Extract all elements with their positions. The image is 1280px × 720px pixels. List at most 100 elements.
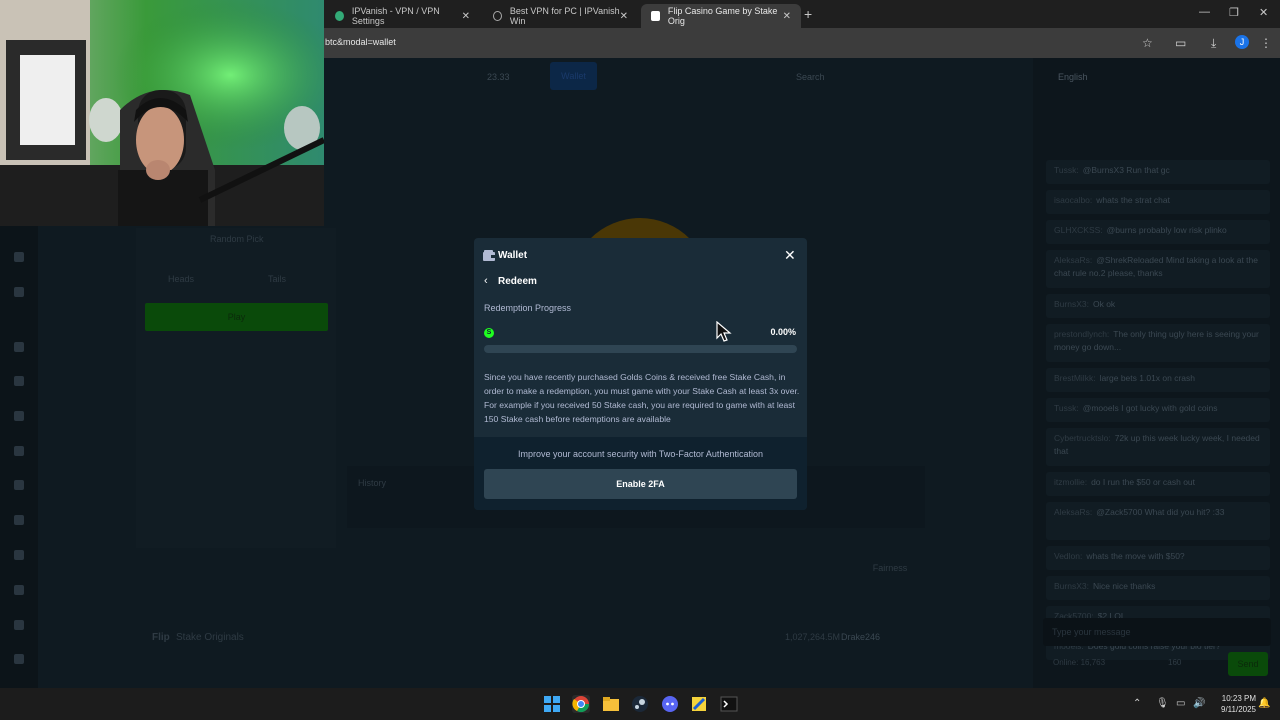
mouse-cursor-icon — [716, 321, 732, 342]
webcam-overlay — [0, 0, 324, 226]
chat-username[interactable]: BrestMilkk: — [1054, 373, 1096, 383]
chat-username[interactable]: AleksaRs: — [1054, 255, 1092, 265]
chat-message: BurnsX3: Nice nice thanks — [1046, 576, 1270, 600]
balance-display[interactable]: 23.33 — [487, 72, 510, 82]
windows-start-icon[interactable] — [543, 695, 561, 713]
chat-username[interactable]: itzmollie: — [1054, 477, 1087, 487]
site-search[interactable]: Search — [796, 72, 825, 82]
maximize-icon[interactable]: ❐ — [1229, 6, 1239, 19]
chat-text: do I run the $50 or cash out — [1091, 477, 1196, 487]
steam-icon[interactable] — [631, 695, 649, 713]
wallet-button[interactable]: Wallet — [550, 62, 597, 90]
chat-input[interactable]: Type your message — [1043, 618, 1271, 646]
nav-icon[interactable] — [14, 654, 24, 664]
notification-bell-icon[interactable]: 🔔 — [1258, 698, 1270, 709]
chat-message: Tussk: @BurnsX3 Run that gc — [1046, 160, 1270, 184]
profile-avatar[interactable]: J — [1235, 35, 1249, 49]
more-menu-icon[interactable]: ⋮ — [1260, 36, 1272, 50]
tab-title: IPVanish - VPN / VPN Settings — [351, 6, 440, 26]
app-icon[interactable] — [690, 695, 708, 713]
nav-icon[interactable] — [14, 411, 24, 421]
tab-flip-casino[interactable]: Flip Casino Game by Stake Orig ✕ — [641, 4, 801, 28]
chat-message: Cybertrucktslo: 72k up this week lucky we… — [1046, 428, 1270, 466]
chat-message: BurnsX3: Ok ok — [1046, 294, 1270, 318]
nav-icon[interactable] — [14, 376, 24, 386]
chevron-left-icon[interactable]: ‹ — [484, 275, 488, 287]
progress-percent: 0.00% — [770, 327, 796, 337]
chat-message: Tussk: @mooels I got lucky with gold coin… — [1046, 398, 1270, 422]
tab-close-icon[interactable]: ✕ — [462, 11, 470, 22]
chat-text: whats the move with $50? — [1086, 551, 1185, 561]
fairness-button[interactable]: Fairness — [855, 558, 925, 578]
tray-chevron-up-icon[interactable]: ⌃ — [1133, 698, 1141, 709]
tails-button[interactable]: Tails — [268, 274, 286, 284]
tab-ipvanish-settings[interactable]: IPVanish - VPN / VPN Settings ✕ — [325, 4, 480, 28]
url-text[interactable]: btc&modal=wallet — [325, 37, 396, 47]
chat-username[interactable]: isaocalbo: — [1054, 195, 1092, 205]
wallet-icon — [483, 250, 495, 261]
file-explorer-icon[interactable] — [602, 695, 620, 713]
chat-text: @mooels I got lucky with gold coins — [1082, 403, 1218, 413]
chat-message: prestondlynch: The only thing ugly here i… — [1046, 324, 1270, 362]
chat-username[interactable]: BurnsX3: — [1054, 581, 1089, 591]
nav-icon[interactable] — [14, 620, 24, 630]
tab-title: Best VPN for PC | IPVanish Win — [509, 6, 620, 26]
volume-icon[interactable]: 🔊 — [1193, 698, 1205, 709]
chat-message: AleksaRs: @ShrekReloaded Mind taking a lo… — [1046, 250, 1270, 288]
cast-icon[interactable]: ▭ — [1175, 36, 1186, 50]
chat-username[interactable]: BurnsX3: — [1054, 299, 1089, 309]
tab-title: Flip Casino Game by Stake Orig — [667, 6, 778, 26]
bookmark-star-icon[interactable]: ☆ — [1142, 36, 1153, 50]
send-button[interactable]: Send — [1228, 652, 1268, 676]
footer-amount: 1,027,264.5M — [785, 632, 841, 642]
discord-icon[interactable] — [661, 695, 679, 713]
chat-message: Vedlon: whats the move with $50? — [1046, 546, 1270, 570]
chat-text: large bets 1.01x on crash — [1099, 373, 1196, 383]
enable-2fa-button[interactable]: Enable 2FA — [484, 469, 797, 499]
progress-bar — [484, 345, 797, 353]
wallet-modal: Wallet ✕ ‹ Redeem Redemption Progress S … — [474, 238, 807, 510]
footer-game-name: Flip — [152, 632, 170, 643]
nav-icon[interactable] — [14, 550, 24, 560]
chat-language-select[interactable]: English — [1058, 72, 1088, 82]
chat-username[interactable]: Vedlon: — [1054, 551, 1082, 561]
taskbar-clock[interactable]: 10:23 PM 9/11/2025 — [1206, 693, 1256, 715]
chat-username[interactable]: Tussk: — [1054, 403, 1079, 413]
terminal-icon[interactable] — [720, 695, 738, 713]
tab-close-icon[interactable]: ✕ — [620, 11, 628, 22]
chat-username[interactable]: Tussk: — [1054, 165, 1079, 175]
chat-message: GLHXCKSS: @burns probably low risk plinko — [1046, 220, 1270, 244]
footer-username[interactable]: Drake246 — [841, 632, 880, 642]
chat-username[interactable]: AleksaRs: — [1054, 507, 1092, 517]
webcam-image — [0, 0, 324, 226]
nav-icon[interactable] — [14, 480, 24, 490]
nav-icon[interactable] — [14, 342, 24, 352]
char-counter: 160 — [1168, 658, 1182, 667]
window-close-icon[interactable]: ✕ — [1259, 6, 1268, 19]
nav-icon[interactable] — [14, 585, 24, 595]
ipvanish-favicon-icon — [335, 11, 344, 21]
network-icon[interactable]: ▭ — [1176, 698, 1185, 709]
microphone-icon[interactable]: 🎙 — [1156, 698, 1169, 709]
chat-username[interactable]: GLHXCKSS: — [1054, 225, 1103, 235]
close-icon[interactable]: ✕ — [784, 247, 796, 264]
history-label: History — [358, 478, 387, 488]
tab-best-vpn[interactable]: Best VPN for PC | IPVanish Win ✕ — [483, 4, 638, 28]
nav-icon[interactable] — [14, 287, 24, 297]
chrome-icon[interactable] — [572, 695, 590, 713]
redeem-back-link[interactable]: Redeem — [498, 276, 537, 287]
download-icon[interactable]: ⤓ — [1211, 36, 1216, 51]
play-button[interactable]: Play — [145, 303, 328, 331]
nav-icon[interactable] — [14, 446, 24, 456]
footer-brand: Stake Originals — [176, 632, 244, 643]
nav-icon[interactable] — [14, 515, 24, 525]
chat-username[interactable]: Cybertrucktslo: — [1054, 433, 1111, 443]
heads-button[interactable]: Heads — [168, 274, 194, 284]
nav-icon[interactable] — [14, 252, 24, 262]
chat-text: Ok ok — [1092, 299, 1116, 309]
random-pick-button[interactable]: Random Pick — [210, 234, 264, 244]
minimize-icon[interactable]: — — [1199, 6, 1210, 18]
chat-username[interactable]: prestondlynch: — [1054, 329, 1109, 339]
new-tab-icon[interactable]: + — [804, 6, 812, 22]
tab-close-icon[interactable]: ✕ — [783, 11, 791, 22]
